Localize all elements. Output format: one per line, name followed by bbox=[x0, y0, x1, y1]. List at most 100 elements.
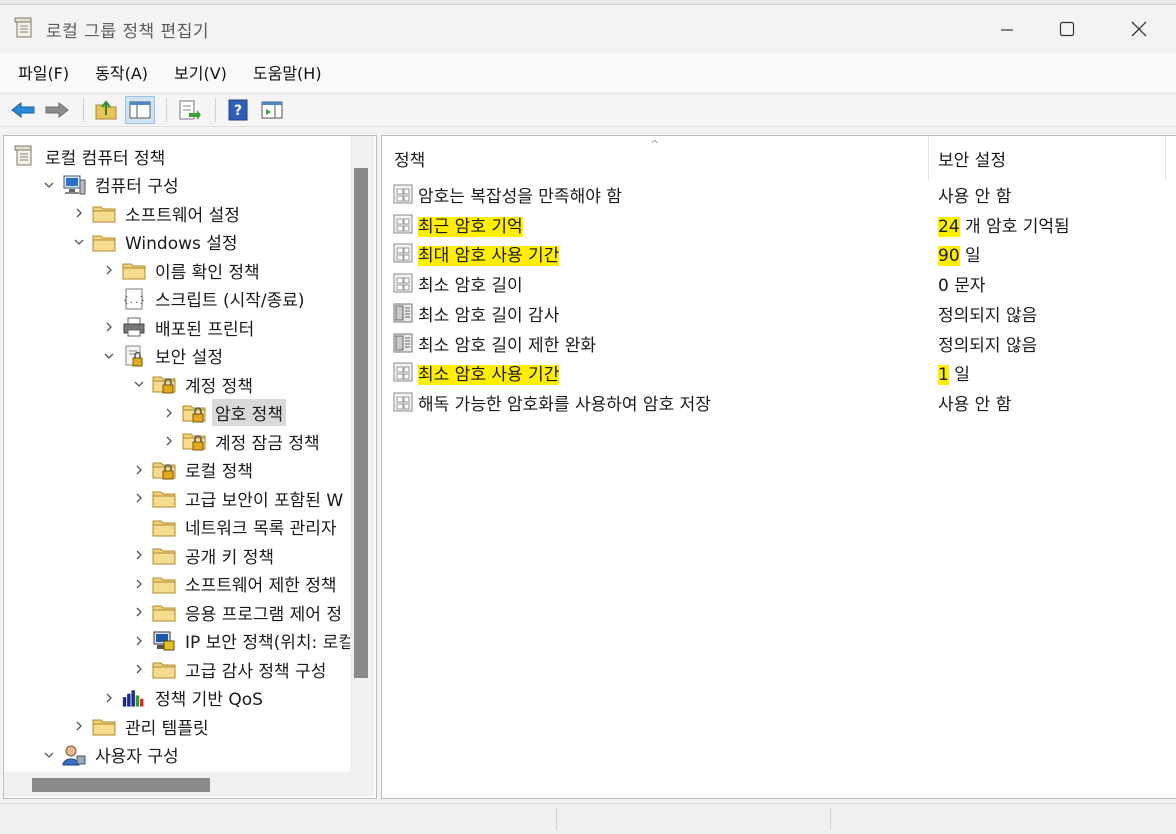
column-header-policy[interactable]: 정책 bbox=[394, 136, 924, 180]
close-button[interactable] bbox=[1108, 11, 1170, 47]
setting-value-text: 일 bbox=[948, 365, 970, 386]
menu-file[interactable]: 파일(F) bbox=[8, 56, 79, 88]
folder-icon bbox=[92, 231, 116, 253]
tree-node[interactable]: 관리 템플릿 bbox=[72, 712, 212, 740]
help-button[interactable]: ? bbox=[223, 96, 253, 124]
chevron-right-icon[interactable] bbox=[72, 719, 86, 733]
policy-row[interactable]: 해독 가능한 암호화를 사용하여 암호 저장 사용 안 함 bbox=[382, 388, 1176, 416]
svg-text:{..}: {..} bbox=[123, 296, 145, 306]
policy-setting-icon bbox=[392, 361, 414, 383]
forward-button[interactable] bbox=[42, 96, 72, 124]
policy-row[interactable]: 최소 암호 사용 기간 1 일 bbox=[382, 358, 1176, 386]
tree-node[interactable]: 사용자 구성 bbox=[42, 741, 182, 769]
tree-node[interactable]: 계정 잠금 정책 bbox=[162, 427, 323, 455]
tree-node-label: 응용 프로그램 제어 정 bbox=[185, 604, 342, 625]
policy-row[interactable]: 최근 암호 기억 24 개 암호 기억됨 bbox=[382, 210, 1176, 238]
tree-node-label-selected: 암호 정책 bbox=[212, 399, 286, 426]
chevron-right-icon[interactable] bbox=[132, 577, 146, 591]
title-bar[interactable]: 로컬 그룹 정책 편집기 bbox=[0, 5, 1176, 51]
chevron-down-icon[interactable] bbox=[42, 178, 56, 192]
printer-icon bbox=[122, 316, 146, 338]
chevron-right-icon[interactable] bbox=[132, 548, 146, 562]
tree-node[interactable]: 로컬 컴퓨터 정책 bbox=[12, 142, 168, 170]
policy-row[interactable]: 최소 암호 길이 0 문자 bbox=[382, 269, 1176, 297]
ipsec-icon bbox=[152, 630, 176, 652]
column-divider[interactable] bbox=[1165, 136, 1166, 180]
tree-node[interactable]: 이름 확인 정책 bbox=[102, 256, 263, 284]
chevron-down-icon[interactable] bbox=[102, 349, 116, 363]
show-hide-action-pane-button[interactable] bbox=[257, 96, 287, 124]
chevron-right-icon[interactable] bbox=[132, 662, 146, 676]
tree-node[interactable]: 계정 정책 bbox=[132, 370, 256, 398]
menu-view[interactable]: 보기(V) bbox=[164, 56, 237, 88]
tree-node[interactable]: 응용 프로그램 제어 정 bbox=[132, 598, 345, 626]
tree-horizontal-scroll-thumb[interactable] bbox=[32, 778, 210, 792]
chevron-down-icon[interactable] bbox=[132, 377, 146, 391]
tree-node[interactable]: 소프트웨어 제한 정책 bbox=[132, 570, 340, 598]
up-one-level-button[interactable] bbox=[91, 96, 121, 124]
tree-node[interactable]: 소프트웨어 설정 bbox=[72, 199, 243, 227]
chevron-right-icon[interactable] bbox=[132, 491, 146, 505]
setting-value-text: 개 암호 기억됨 bbox=[959, 216, 1070, 237]
tree-horizontal-scrollbar[interactable] bbox=[4, 772, 350, 796]
chevron-right-icon[interactable] bbox=[72, 206, 86, 220]
tree-node-label: 소프트웨어 제한 정책 bbox=[185, 576, 337, 596]
tree-node[interactable]: 네트워크 목록 관리자 bbox=[132, 513, 340, 541]
folder-icon bbox=[152, 658, 176, 680]
tree-node[interactable]: IP 보안 정책(위치: 로컬 bbox=[132, 627, 357, 655]
tree-node[interactable]: 고급 감사 정책 구성 bbox=[132, 655, 329, 683]
menu-action[interactable]: 동작(A) bbox=[85, 56, 158, 88]
chevron-down-icon[interactable] bbox=[42, 748, 56, 762]
policy-row[interactable]: 암호는 복잡성을 만족해야 함 사용 안 함 bbox=[382, 180, 1176, 208]
chevron-down-icon[interactable] bbox=[72, 235, 86, 249]
policy-name-highlighted: 최근 암호 기억 bbox=[418, 216, 523, 237]
chevron-right-icon[interactable] bbox=[102, 320, 116, 334]
policy-name: 최대 암호 사용 기간 bbox=[418, 241, 560, 267]
tree-node[interactable]: 보안 설정 bbox=[102, 342, 226, 370]
console-tree-pane[interactable]: 로컬 컴퓨터 정책 컴퓨터 구성 소프트웨어 설정 Windows 설정 이름 확인 정… bbox=[3, 135, 377, 799]
menu-help[interactable]: 도움말(H) bbox=[243, 56, 332, 88]
policy-setting-icon bbox=[392, 213, 414, 235]
chevron-right-icon[interactable] bbox=[162, 434, 176, 448]
tree-node[interactable]: 공개 키 정책 bbox=[132, 541, 277, 569]
tree-node[interactable]: 로컬 정책 bbox=[132, 456, 256, 484]
show-hide-tree-icon bbox=[129, 101, 151, 119]
tree-node-label: 사용자 구성 bbox=[95, 747, 179, 767]
tree-node[interactable]: 배포된 프린터 bbox=[102, 313, 257, 341]
minimize-button[interactable] bbox=[976, 11, 1038, 47]
tree-node[interactable]: 암호 정책 bbox=[162, 399, 286, 427]
setting-value-number: 90 bbox=[938, 246, 960, 267]
up-folder-icon bbox=[95, 100, 117, 120]
policy-setting-icon bbox=[392, 391, 414, 413]
user-icon bbox=[62, 744, 86, 766]
show-hide-console-tree-button[interactable] bbox=[125, 96, 155, 124]
tree-node[interactable]: 컴퓨터 구성 bbox=[42, 171, 182, 199]
chevron-right-icon[interactable] bbox=[132, 605, 146, 619]
maximize-button[interactable] bbox=[1036, 11, 1098, 47]
policy-row[interactable]: 최소 암호 길이 감사 정의되지 않음 bbox=[382, 299, 1176, 327]
tree-node[interactable]: {..} 스크립트 (시작/종료) bbox=[102, 285, 308, 313]
chevron-right-icon[interactable] bbox=[102, 263, 116, 277]
export-list-button[interactable] bbox=[174, 96, 204, 124]
chevron-right-icon[interactable] bbox=[102, 691, 116, 705]
policy-row[interactable]: 최소 암호 길이 제한 완화 정의되지 않음 bbox=[382, 329, 1176, 357]
chevron-right-icon[interactable] bbox=[162, 406, 176, 420]
policy-row[interactable]: 최대 암호 사용 기간 90 일 bbox=[382, 239, 1176, 267]
policy-security-setting: 사용 안 함 bbox=[938, 390, 1011, 415]
column-header-security-setting[interactable]: 보안 설정 bbox=[938, 136, 1158, 180]
tree-node[interactable]: Windows 설정 bbox=[72, 228, 241, 256]
gpedit-app-icon bbox=[14, 17, 34, 39]
back-button[interactable] bbox=[8, 96, 38, 124]
computer-icon bbox=[62, 174, 86, 196]
policy-setting-icon bbox=[392, 242, 414, 264]
chevron-right-icon[interactable] bbox=[132, 463, 146, 477]
tree-node[interactable]: 정책 기반 QoS bbox=[102, 684, 266, 712]
setting-value-text: 사용 안 함 bbox=[938, 394, 1012, 415]
column-divider[interactable] bbox=[928, 136, 929, 180]
tree-node[interactable]: 고급 보안이 포함된 W bbox=[132, 484, 346, 512]
tree-vertical-scroll-thumb[interactable] bbox=[354, 168, 368, 678]
chevron-right-icon[interactable] bbox=[132, 634, 146, 648]
tree-vertical-scrollbar[interactable] bbox=[350, 136, 374, 772]
details-pane[interactable]: ^ 정책 보안 설정 암호는 복잡성을 만족해야 함 사용 안 함 최근 암호 기억… bbox=[381, 135, 1176, 799]
